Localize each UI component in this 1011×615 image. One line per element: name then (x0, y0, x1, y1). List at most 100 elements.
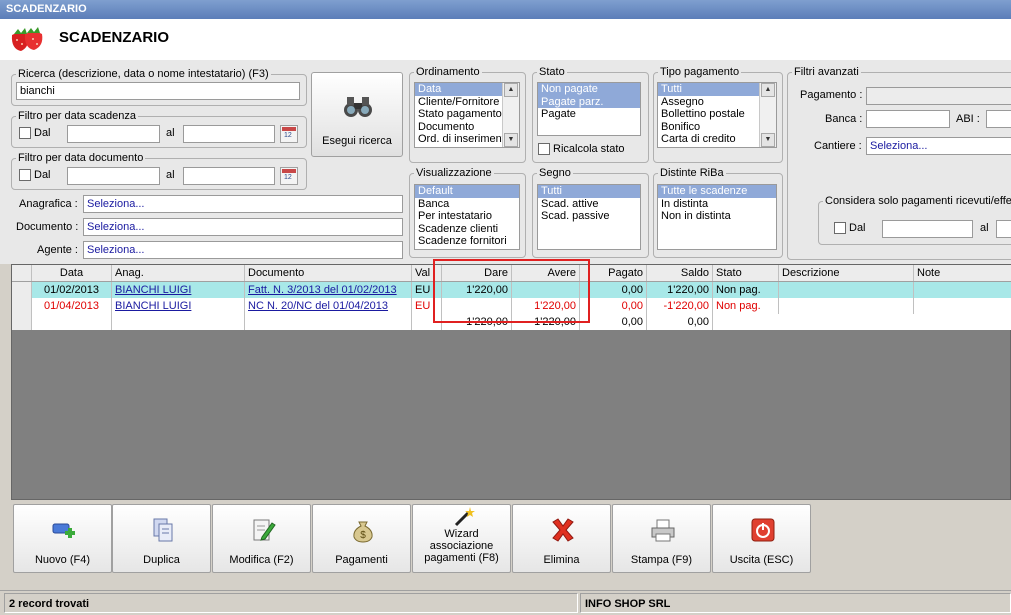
list-item[interactable]: Data (415, 83, 503, 96)
column-header[interactable]: Descrizione (779, 265, 914, 281)
list-item[interactable]: Tutte le scadenze (658, 185, 776, 198)
list-item[interactable]: Scadenze clienti (415, 223, 519, 236)
documento-to-input[interactable] (183, 167, 275, 185)
list-item[interactable]: Tutti (538, 185, 640, 198)
list-item[interactable]: Cliente/Fornitore (415, 96, 503, 109)
documento-dal-checkbox[interactable] (19, 169, 31, 181)
list-item[interactable]: In distinta (658, 198, 776, 211)
column-header[interactable]: Saldo (647, 265, 713, 281)
pagamento-label: Pagamento : (800, 89, 863, 101)
pagamento-input[interactable] (866, 87, 1011, 105)
column-header[interactable]: Note (914, 265, 1011, 281)
list-item[interactable]: Tutti (658, 83, 760, 96)
exit-button[interactable]: Uscita (ESC) (712, 504, 811, 573)
new-button[interactable]: Nuovo (F4) (13, 504, 112, 573)
scrollbar[interactable]: ▲ ▼ (502, 83, 519, 147)
agente-select[interactable]: Seleziona... (83, 241, 403, 259)
ordinamento-list[interactable]: Data Cliente/Fornitore Stato pagamento D… (414, 82, 520, 148)
list-item[interactable]: Bonifico (658, 121, 760, 134)
list-item[interactable]: Ord. di inserimento (415, 133, 511, 146)
search-button[interactable]: Esegui ricerca (311, 72, 403, 157)
printer-icon (651, 519, 675, 542)
scrollbar[interactable]: ▲ ▼ (759, 83, 776, 147)
list-item[interactable]: Scadenze fornitori (415, 235, 519, 248)
edit-button[interactable]: Modifica (F2) (212, 504, 311, 573)
list-item[interactable]: Per intestatario (415, 210, 519, 223)
list-item[interactable]: Non pagate (538, 83, 640, 96)
documento-label: Documento : (16, 221, 79, 233)
scadenza-to-input[interactable] (183, 125, 275, 143)
list-item[interactable]: Scad. attive (538, 198, 640, 211)
bottom-toolbar: Nuovo (F4) Duplica Modifica (F2) $ Pagam… (0, 501, 1011, 590)
list-item[interactable]: Default (415, 185, 519, 198)
cell-anag-link[interactable]: BIANCHI LUIGI (112, 282, 245, 298)
cell-data: 01/04/2013 (32, 298, 112, 314)
list-item[interactable]: Assegno (658, 96, 760, 109)
search-input[interactable]: bianchi (16, 82, 300, 100)
list-item[interactable]: Pagate (538, 108, 640, 121)
documento-filter-label: Filtro per data documento (18, 152, 144, 164)
column-header[interactable]: Stato (713, 265, 779, 281)
scroll-up-icon[interactable]: ▲ (761, 83, 775, 97)
print-button[interactable]: Stampa (F9) (612, 504, 711, 573)
column-header[interactable]: Anag. (112, 265, 245, 281)
list-item[interactable]: Banca (415, 198, 519, 211)
wizard-button[interactable]: Wizard associazione pagamenti (F8) (412, 504, 511, 573)
cell-note (914, 282, 1011, 298)
anagrafica-select[interactable]: Seleziona... (83, 195, 403, 213)
considera-to-input[interactable] (996, 220, 1011, 238)
window-title: SCADENZARIO (6, 3, 87, 15)
list-item[interactable]: Carta di credito (658, 133, 760, 146)
segno-list[interactable]: Tutti Scad. attive Scad. passive (537, 184, 641, 250)
scadenza-filter-label: Filtro per data scadenza (18, 110, 137, 122)
delete-button[interactable]: Elimina (512, 504, 611, 573)
cantiere-label: Cantiere : (814, 140, 862, 152)
considera-dal-checkbox[interactable] (834, 222, 846, 234)
column-header[interactable]: Documento (245, 265, 412, 281)
scroll-up-icon[interactable]: ▲ (504, 83, 518, 97)
stato-label: Stato (539, 66, 565, 78)
cell-stato: Non pag. (713, 282, 779, 298)
payments-button[interactable]: $ Pagamenti (312, 504, 411, 573)
cell-descrizione (779, 282, 914, 298)
considera-from-input[interactable] (882, 220, 973, 238)
list-item[interactable]: Scad. passive (538, 210, 640, 223)
payments-button-label: Pagamenti (335, 554, 388, 566)
cell-documento-link[interactable]: Fatt. N. 3/2013 del 01/02/2013 (245, 282, 412, 298)
visualizzazione-list[interactable]: Default Banca Per intestatario Scadenze … (414, 184, 520, 250)
duplicate-button[interactable]: Duplica (112, 504, 211, 573)
column-header[interactable]: Data (32, 265, 112, 281)
scadenza-dal-checkbox[interactable] (19, 127, 31, 139)
cantiere-select[interactable]: Seleziona... (866, 137, 1011, 155)
anagrafica-label: Anagrafica : (19, 198, 78, 210)
list-item[interactable]: Non in distinta (658, 210, 776, 223)
distinte-list[interactable]: Tutte le scadenze In distinta Non in dis… (657, 184, 777, 250)
documento-al-label: al (166, 169, 175, 181)
documento-from-input[interactable] (67, 167, 160, 185)
abi-label: ABI : (956, 113, 980, 125)
binoculars-icon (344, 97, 372, 117)
wizard-label-line: Wizard (444, 528, 479, 540)
list-item[interactable]: Stato pagamento (415, 108, 503, 121)
banca-input[interactable] (866, 110, 950, 128)
calendar-icon[interactable]: 12 (280, 125, 298, 143)
delete-button-label: Elimina (543, 554, 580, 566)
cell-pagato: 0,00 (580, 298, 647, 314)
cell-documento-link[interactable]: NC N. 20/NC del 01/04/2013 (245, 298, 412, 314)
filtri-avanzati-label: Filtri avanzati (794, 66, 859, 78)
tipo-pagamento-list[interactable]: Tutti Assegno Bollettino postale Bonific… (657, 82, 777, 148)
list-item[interactable]: Bollettino postale (658, 108, 760, 121)
list-item[interactable]: Documento (415, 121, 503, 134)
scroll-down-icon[interactable]: ▼ (761, 133, 775, 147)
cell-data: 01/02/2013 (32, 282, 112, 298)
stato-list[interactable]: Non pagate Pagate parz. Pagate (537, 82, 641, 136)
column-header[interactable]: Pagato (580, 265, 647, 281)
documento-select[interactable]: Seleziona... (83, 218, 403, 236)
cell-anag-link[interactable]: BIANCHI LUIGI (112, 298, 245, 314)
abi-input[interactable] (986, 110, 1011, 128)
list-item[interactable]: Pagate parz. (538, 95, 640, 108)
scadenza-from-input[interactable] (67, 125, 160, 143)
scroll-down-icon[interactable]: ▼ (504, 133, 518, 147)
calendar-icon[interactable]: 12 (280, 167, 298, 185)
ricalcola-checkbox[interactable] (538, 143, 550, 155)
